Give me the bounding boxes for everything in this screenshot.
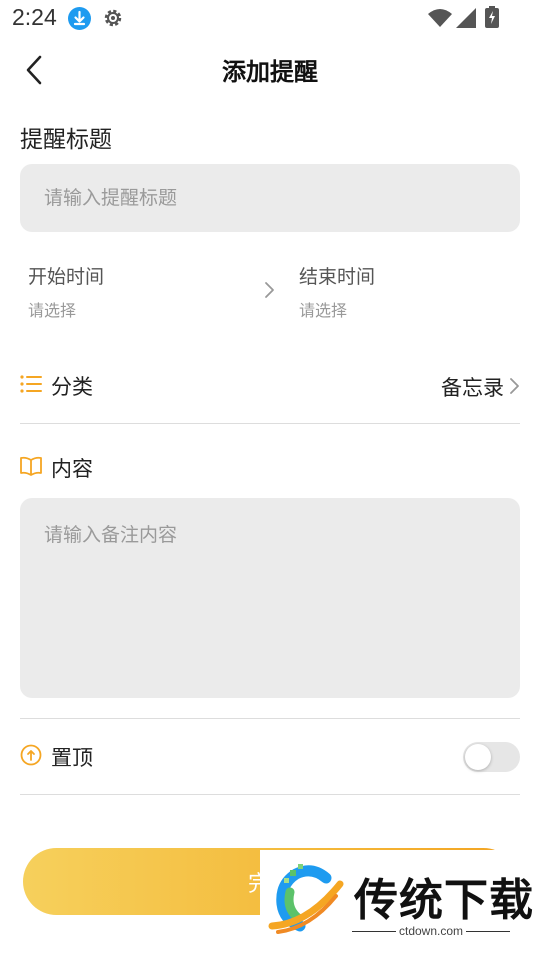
- content-header: 内容: [20, 446, 520, 490]
- signal-icon: [456, 8, 476, 28]
- status-bar: 2:24: [0, 0, 540, 36]
- battery-icon: [485, 6, 499, 28]
- divider: [20, 423, 520, 424]
- end-time-label: 结束时间: [299, 266, 376, 288]
- end-time-selector[interactable]: 结束时间 请选择: [299, 262, 519, 324]
- ctdown-logo-icon: [268, 862, 346, 938]
- pin-top-toggle[interactable]: [463, 742, 520, 772]
- content-textarea[interactable]: [20, 498, 520, 698]
- start-time-selector[interactable]: 开始时间 请选择: [28, 262, 248, 324]
- chevron-right-icon: [508, 377, 520, 395]
- chevron-right-icon: [262, 281, 276, 299]
- book-icon: [20, 456, 42, 480]
- watermark-text: 传统下载: [354, 875, 534, 926]
- category-value: 备忘录: [441, 376, 504, 400]
- pin-top-label: 置顶: [51, 746, 93, 770]
- start-time-value: 请选择: [28, 301, 77, 320]
- gear-icon: [101, 6, 125, 30]
- divider: [466, 931, 510, 932]
- content-label: 内容: [51, 457, 93, 481]
- start-time-label: 开始时间: [28, 266, 105, 288]
- page-title: 添加提醒: [222, 58, 318, 86]
- category-label: 分类: [51, 375, 93, 399]
- divider: [20, 794, 520, 795]
- download-icon: [68, 7, 91, 30]
- end-time-value: 请选择: [299, 301, 348, 320]
- list-icon: [20, 374, 42, 398]
- divider: [20, 718, 520, 719]
- pin-top-row: 置顶: [20, 736, 520, 778]
- title-section-label: 提醒标题: [20, 127, 112, 153]
- toggle-knob: [465, 744, 491, 770]
- status-time: 2:24: [12, 4, 57, 30]
- category-row[interactable]: 分类 备忘录: [20, 362, 520, 410]
- title-input[interactable]: [20, 164, 520, 232]
- wifi-icon: [428, 8, 452, 28]
- watermark: 传统下载 ctdown.com: [260, 850, 540, 960]
- arrow-up-circle-icon: [20, 744, 42, 770]
